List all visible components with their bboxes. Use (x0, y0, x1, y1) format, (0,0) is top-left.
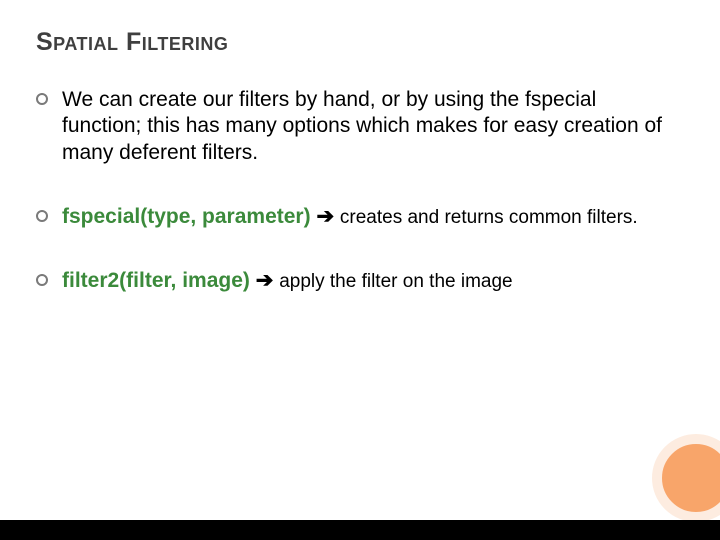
function-desc: apply the filter on the image (279, 271, 512, 292)
content-area: We can create our filters by hand, or by… (36, 87, 684, 294)
arrow-icon: ➔ (316, 205, 334, 228)
function-desc: creates and returns common filters. (340, 207, 638, 228)
bottom-bar (0, 520, 720, 540)
bullet-icon (36, 274, 48, 286)
list-item: We can create our filters by hand, or by… (36, 87, 674, 166)
bullet-icon (36, 93, 48, 105)
decorative-circle (652, 434, 720, 522)
bullet-text: filter2(filter, image) ➔ apply the filte… (62, 268, 674, 294)
bullet-icon (36, 210, 48, 222)
arrow-icon: ➔ (256, 269, 274, 292)
function-name: fspecial(type, parameter) (62, 205, 311, 228)
slide: Spatial Filtering We can create our filt… (0, 0, 720, 540)
bullet-text: fspecial(type, parameter) ➔ creates and … (62, 204, 674, 230)
list-item: fspecial(type, parameter) ➔ creates and … (36, 204, 674, 230)
page-title: Spatial Filtering (36, 28, 684, 57)
function-name: filter2(filter, image) (62, 269, 250, 292)
bullet-text: We can create our filters by hand, or by… (62, 87, 674, 166)
list-item: filter2(filter, image) ➔ apply the filte… (36, 268, 674, 294)
